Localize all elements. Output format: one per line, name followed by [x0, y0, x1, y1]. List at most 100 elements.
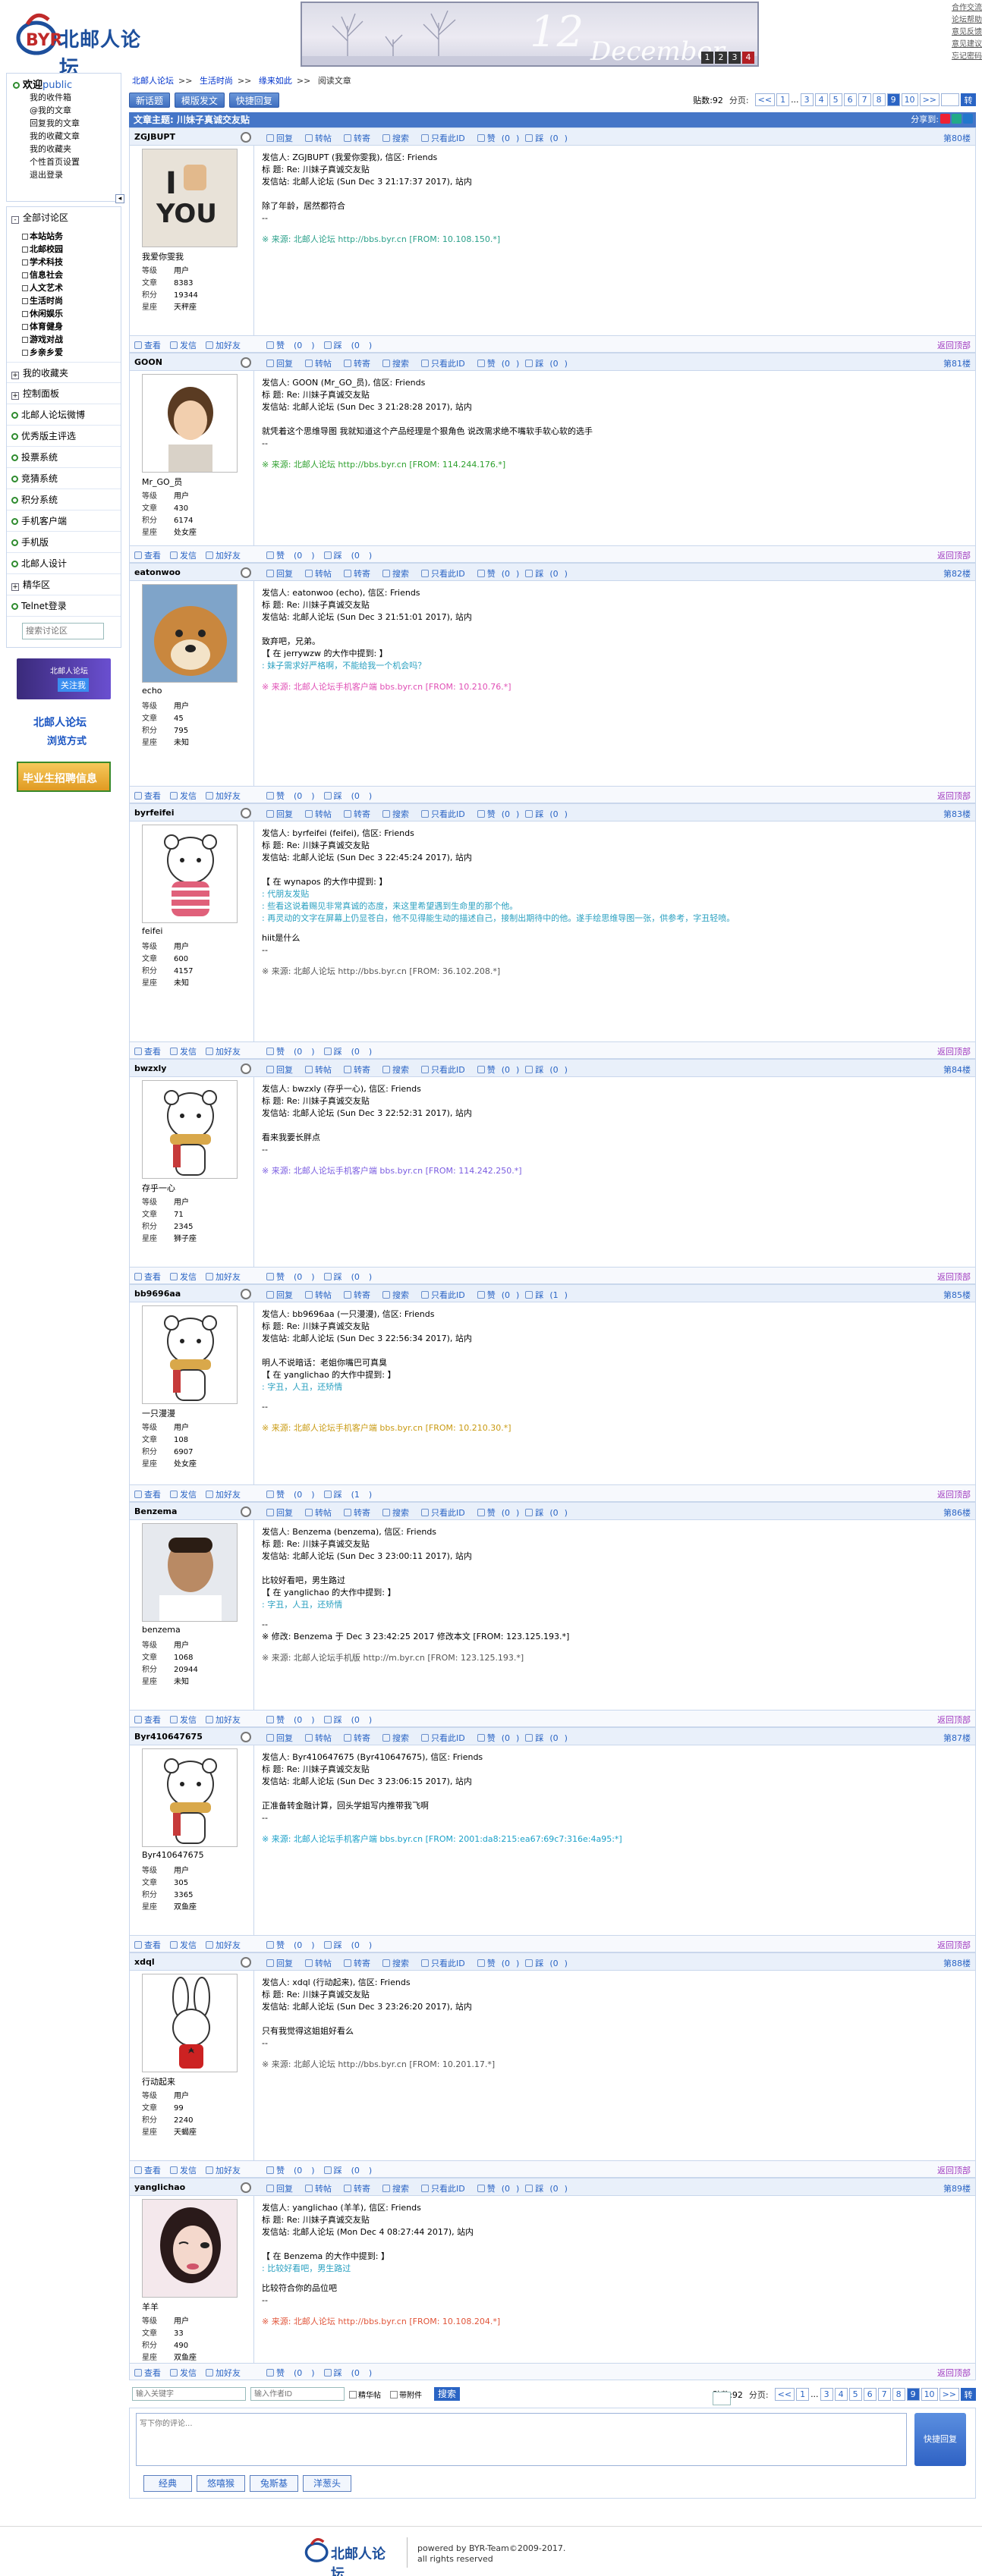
add-friend-action[interactable]: 加好友 [206, 1715, 245, 1725]
send-message-action[interactable]: 发信 [170, 2166, 201, 2175]
user-link-homepage[interactable]: 个性首页设置 [13, 156, 115, 168]
avatar[interactable] [142, 374, 238, 473]
sidebar-item-moderator-vote[interactable]: 优秀版主评选 [7, 426, 121, 447]
section-item[interactable]: 信息社会 [22, 269, 121, 281]
section-item[interactable]: 休闲娱乐 [22, 307, 121, 320]
like-action[interactable]: 赞 (0) [266, 1047, 315, 1057]
avatar[interactable] [142, 2199, 238, 2298]
dislike-action[interactable]: 踩 (1) [323, 1490, 372, 1500]
search-action[interactable]: 搜索 [382, 1065, 415, 1075]
back-to-top-link[interactable]: 返回顶部 [937, 1488, 971, 1500]
view-profile-action[interactable]: 查看 [134, 2368, 165, 2378]
search-action[interactable]: 搜索 [382, 1733, 415, 1743]
post-author-id[interactable]: eatonwoo [134, 567, 181, 577]
view-profile-action[interactable]: 查看 [134, 1940, 165, 1950]
add-friend-action[interactable]: 加好友 [206, 1272, 245, 1282]
like-action[interactable]: 赞 (0) [266, 1940, 315, 1950]
checkbox-icon[interactable] [349, 2391, 357, 2399]
search-action[interactable]: 搜索 [382, 1508, 415, 1518]
dislike-action[interactable]: 踩 (0) [323, 1047, 372, 1057]
page-link[interactable]: 1 [796, 2388, 810, 2401]
sidebar-item-mobile-app[interactable]: 手机客户端 [7, 510, 121, 532]
emotion-tab-classic[interactable]: 经典 [143, 2475, 192, 2492]
page-link[interactable]: 8 [872, 93, 886, 106]
avatar[interactable] [142, 825, 238, 923]
add-friend-action[interactable]: 加好友 [206, 1047, 245, 1057]
breadcrumb-board[interactable]: 缘来如此 [259, 76, 292, 86]
forward-action[interactable]: 转帖 [305, 1290, 338, 1300]
sidebar-item-all-boards[interactable]: - 全部讨论区 [7, 207, 121, 228]
weibo-share-icon[interactable] [940, 114, 950, 124]
post-author-id[interactable]: yanglichao [134, 2182, 185, 2192]
page-link[interactable]: 10 [921, 2388, 938, 2401]
floor-number[interactable]: 第89楼 [943, 2182, 971, 2194]
page-link[interactable]: 5 [829, 93, 842, 106]
like-action[interactable]: 赞 (0) [266, 551, 315, 561]
dislike-action[interactable]: 踩 (0) [525, 1065, 568, 1075]
breadcrumb-section[interactable]: 生活时尚 [200, 76, 233, 86]
back-to-top-link[interactable]: 返回顶部 [937, 549, 971, 561]
page-jump-button[interactable]: 转 [961, 93, 976, 106]
ad-jobs[interactable]: 毕业生招聘信息 [17, 762, 111, 792]
dislike-action[interactable]: 踩 (0) [323, 341, 372, 350]
only-author-action[interactable]: 只看此ID [421, 809, 471, 819]
add-friend-action[interactable]: 加好友 [206, 2368, 245, 2378]
section-item[interactable]: 北邮校园 [22, 243, 121, 256]
expand-icon[interactable]: + [11, 372, 19, 379]
send-message-action[interactable]: 发信 [170, 1272, 201, 1282]
post-author-id[interactable]: byrfeifei [134, 808, 175, 818]
like-action[interactable]: 赞 (0) [266, 2368, 315, 2378]
reply-action[interactable]: 回复 [266, 1959, 299, 1968]
like-action[interactable]: 赞 (0) [266, 1490, 315, 1500]
page-link[interactable]: 3 [820, 2388, 833, 2401]
avatar[interactable]: YOU I [142, 149, 238, 247]
page-link[interactable]: 10 [901, 93, 918, 106]
section-item[interactable]: 乡亲乡爱 [22, 346, 121, 359]
sidebar-item-weibo[interactable]: 北邮人论坛微博 [7, 404, 121, 426]
top-link-cooperation[interactable]: 合作交流 [940, 2, 982, 14]
like-action[interactable]: 赞 (0) [477, 569, 519, 579]
forward-action[interactable]: 转帖 [305, 134, 338, 143]
floor-number[interactable]: 第85楼 [943, 1289, 971, 1301]
search-action[interactable]: 搜索 [382, 809, 415, 819]
sidebar-item-control-panel[interactable]: + 控制面板 [7, 383, 121, 404]
avatar[interactable] [142, 1974, 238, 2072]
page-current[interactable]: 9 [906, 2388, 920, 2401]
repost-action[interactable]: 转寄 [344, 2184, 376, 2194]
post-source[interactable]: ※ 来源: 北邮人论坛 http://bbs.byr.cn [FROM: 10.… [262, 2316, 968, 2328]
collapse-icon[interactable]: - [11, 216, 19, 224]
reply-textarea[interactable] [136, 2413, 907, 2466]
post-author-id[interactable]: xdql [134, 1957, 155, 1967]
qq-share-icon[interactable] [963, 114, 973, 124]
sidebar-item-digest[interactable]: + 精华区 [7, 574, 121, 595]
good-checkbox[interactable]: 精华帖 [349, 2389, 381, 2400]
like-action[interactable]: 赞 (0) [477, 1733, 519, 1743]
send-message-action[interactable]: 发信 [170, 341, 201, 350]
repost-action[interactable]: 转寄 [344, 1959, 376, 1968]
floor-number[interactable]: 第87楼 [943, 1732, 971, 1744]
post-source[interactable]: ※ 来源: 北邮人论坛手机客户端 bbs.byr.cn [FROM: 10.21… [262, 681, 968, 693]
sidebar-item-telnet[interactable]: Telnet登录 [7, 595, 121, 617]
dislike-action[interactable]: 踩 (0) [323, 1272, 372, 1282]
dislike-action[interactable]: 踩 (0) [323, 791, 372, 801]
back-to-top-link[interactable]: 返回顶部 [937, 1271, 971, 1283]
page-link[interactable]: 4 [814, 93, 828, 106]
search-action[interactable]: 搜索 [382, 2184, 415, 2194]
search-button[interactable]: 搜索 [434, 2387, 461, 2401]
section-item[interactable]: 人文艺术 [22, 281, 121, 294]
view-profile-action[interactable]: 查看 [134, 1490, 165, 1500]
search-action[interactable]: 搜索 [382, 134, 415, 143]
page-link[interactable]: 5 [848, 2388, 862, 2401]
like-action[interactable]: 赞 (0) [266, 1715, 315, 1725]
avatar[interactable] [142, 584, 238, 683]
view-profile-action[interactable]: 查看 [134, 341, 165, 350]
floor-number[interactable]: 第81楼 [943, 357, 971, 369]
top-link-suggest[interactable]: 意见建议 [940, 39, 982, 51]
send-message-action[interactable]: 发信 [170, 1715, 201, 1725]
like-action[interactable]: 赞 (0) [477, 1290, 519, 1300]
attachment-checkbox[interactable]: 带附件 [390, 2389, 422, 2400]
back-to-top-link[interactable]: 返回顶部 [937, 2367, 971, 2379]
section-item[interactable]: 学术科技 [22, 256, 121, 269]
send-message-action[interactable]: 发信 [170, 2368, 201, 2378]
view-profile-action[interactable]: 查看 [134, 1272, 165, 1282]
